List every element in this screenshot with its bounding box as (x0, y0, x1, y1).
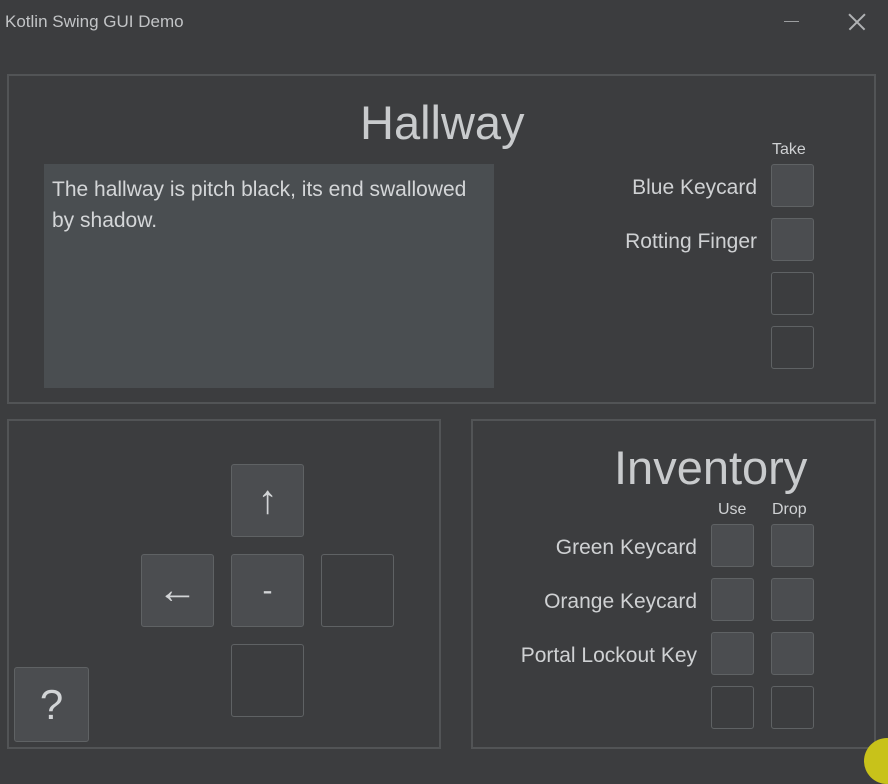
use-button-portal-lockout-key[interactable] (711, 632, 754, 675)
title-bar: Kotlin Swing GUI Demo (0, 0, 888, 44)
window-title: Kotlin Swing GUI Demo (5, 12, 184, 31)
take-column-header: Take (772, 141, 806, 158)
inventory-item-label: Portal Lockout Key (520, 644, 697, 667)
drop-button-orange-keycard[interactable] (771, 578, 814, 621)
use-button-green-keycard[interactable] (711, 524, 754, 567)
room-description: The hallway is pitch black, its end swal… (44, 164, 494, 388)
take-button-blue-keycard[interactable] (771, 164, 814, 207)
move-east-button[interactable] (321, 554, 394, 627)
close-button[interactable] (846, 10, 868, 34)
drop-button-green-keycard[interactable] (771, 524, 814, 567)
move-north-button[interactable]: ↑ (231, 464, 304, 537)
inventory-title: Inventory (614, 441, 808, 494)
use-column-header: Use (718, 501, 747, 518)
drop-column-header: Drop (772, 501, 807, 518)
minimize-button[interactable] (778, 8, 806, 36)
center-button[interactable]: - (231, 554, 304, 627)
use-button-empty[interactable] (711, 686, 754, 729)
room-item-label: Blue Keycard (632, 176, 757, 199)
drop-button-empty[interactable] (771, 686, 814, 729)
move-west-button[interactable]: ← (141, 554, 214, 627)
room-title: Hallway (360, 96, 525, 149)
use-button-orange-keycard[interactable] (711, 578, 754, 621)
move-south-button[interactable] (231, 644, 304, 717)
drop-button-portal-lockout-key[interactable] (771, 632, 814, 675)
inventory-item-label: Orange Keycard (544, 590, 697, 613)
minimize-icon (784, 21, 799, 22)
room-item-label: Rotting Finger (625, 230, 757, 253)
take-button-rotting-finger[interactable] (771, 218, 814, 261)
inventory-item-label: Green Keycard (555, 536, 697, 559)
help-button[interactable]: ? (14, 667, 89, 742)
take-button-empty[interactable] (771, 272, 814, 315)
take-button-empty[interactable] (771, 326, 814, 369)
